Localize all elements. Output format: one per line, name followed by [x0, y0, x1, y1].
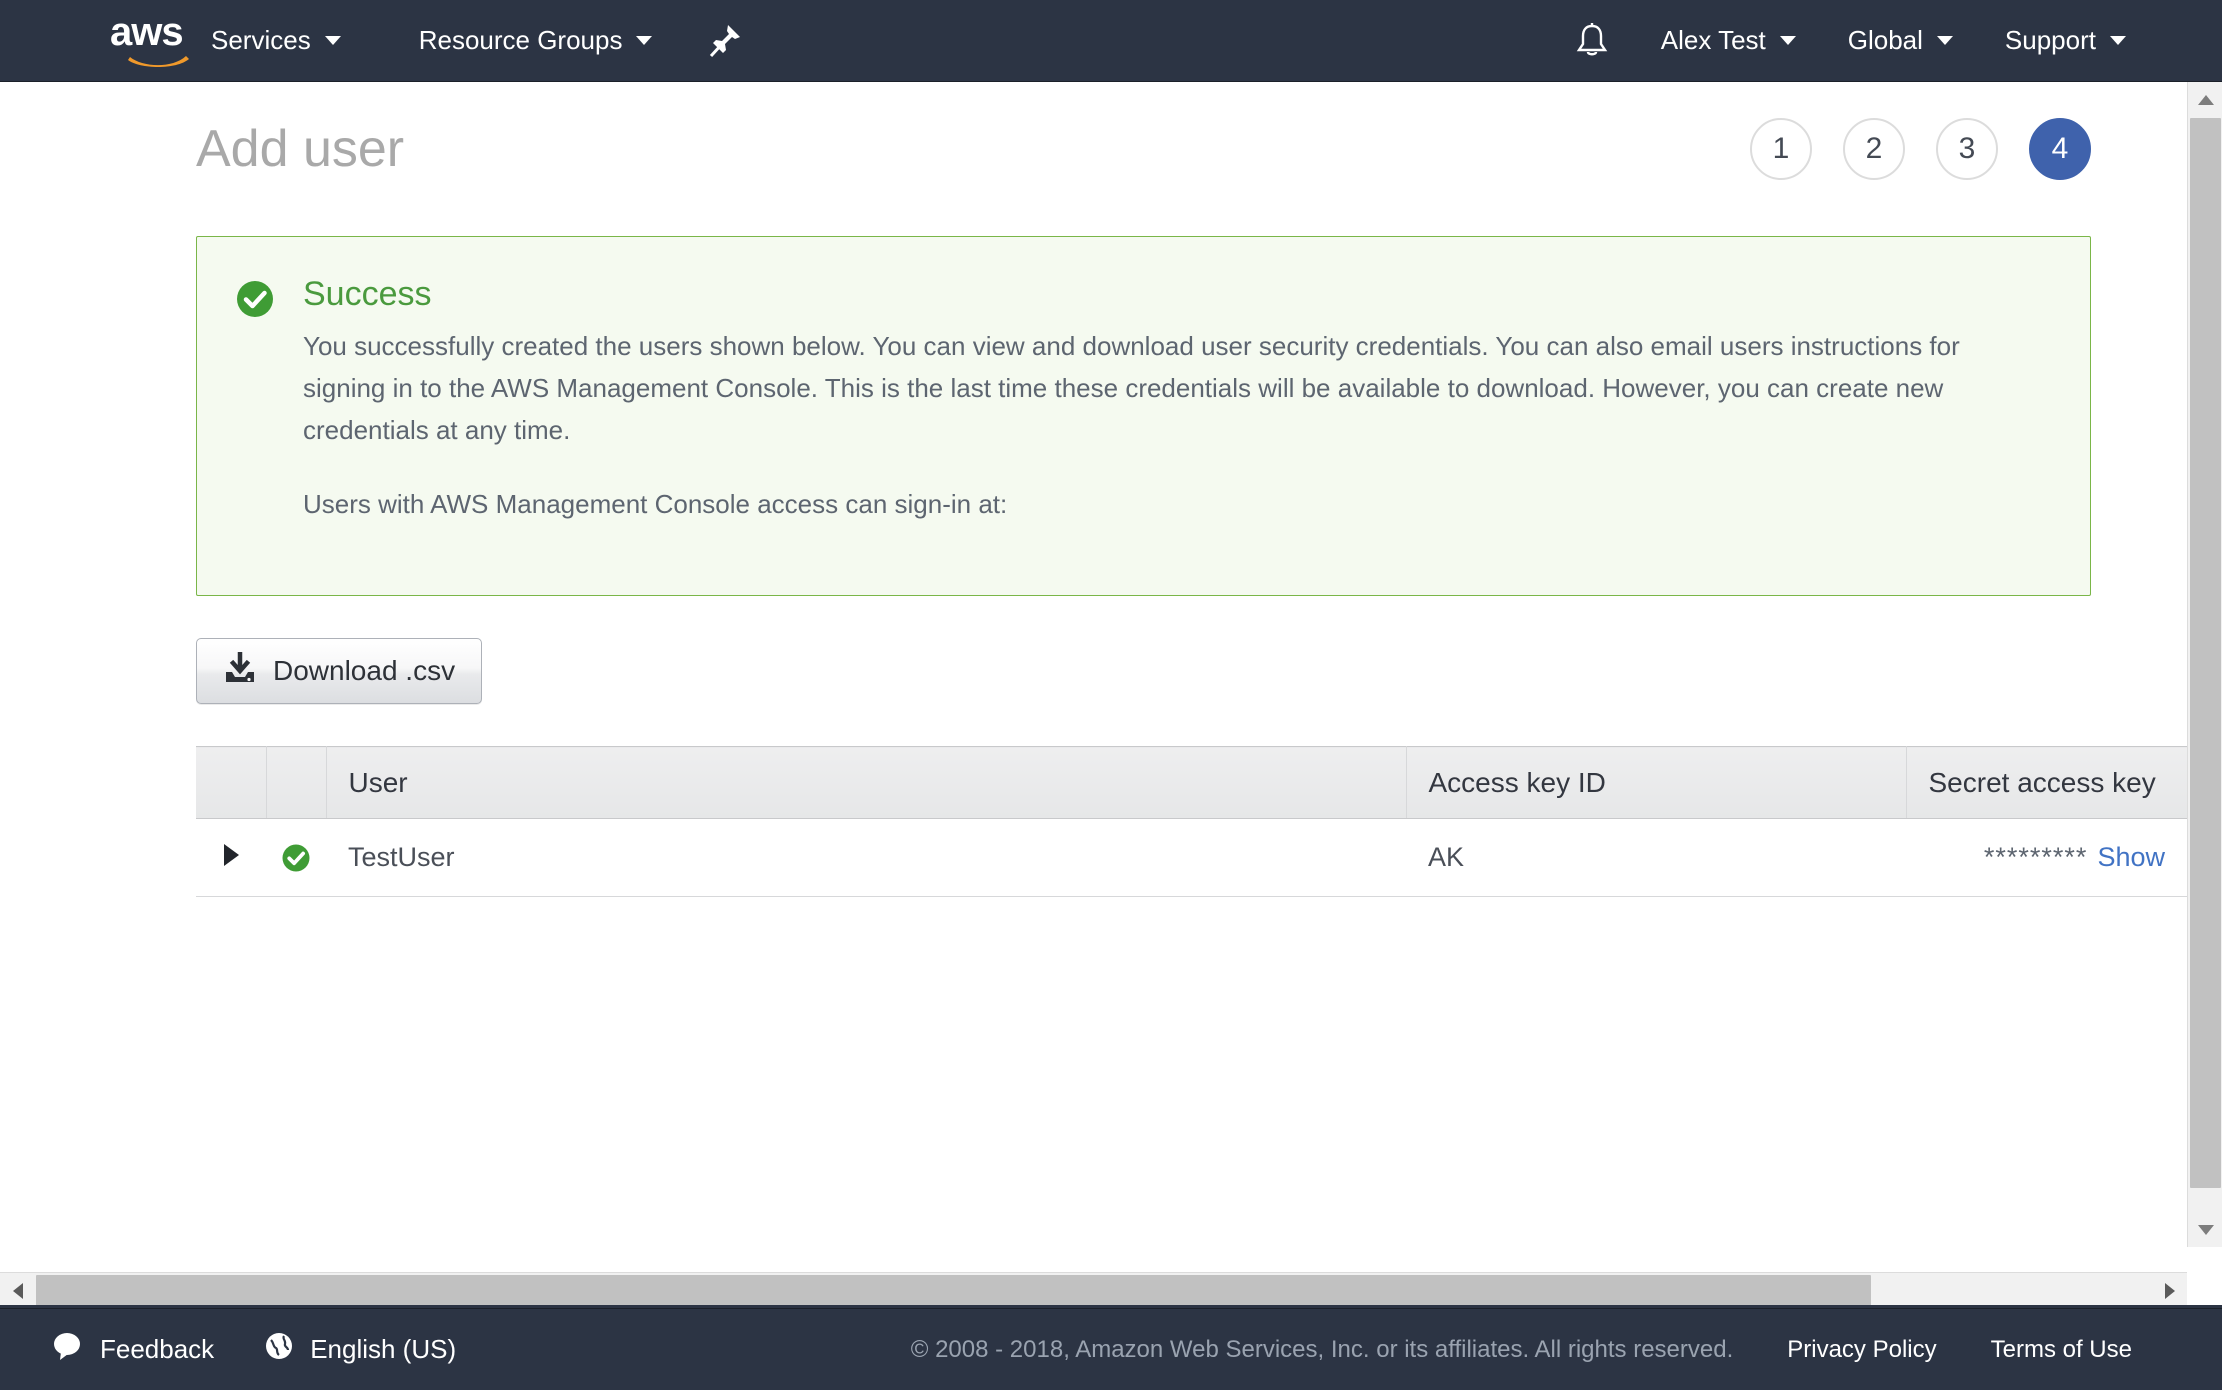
table-row: TestUser AK ********* Show: [196, 818, 2187, 897]
footer-left-group: Feedback English (US): [52, 1331, 506, 1368]
bell-icon[interactable]: [1575, 22, 1609, 60]
row-expand-cell[interactable]: [196, 818, 266, 897]
scrollbar-corner: [2187, 1272, 2222, 1307]
cell-user: TestUser: [326, 818, 1406, 897]
page-header: Add user 1 2 3 4: [0, 82, 2187, 180]
language-selector[interactable]: English (US): [264, 1331, 456, 1368]
privacy-policy-link[interactable]: Privacy Policy: [1787, 1336, 1936, 1364]
success-title: Success: [303, 275, 432, 313]
step-4[interactable]: 4: [2029, 118, 2091, 180]
nav-account-menu[interactable]: Alex Test: [1655, 0, 1802, 82]
scroll-right-arrow-icon[interactable]: [2152, 1273, 2187, 1308]
chevron-down-icon: [2110, 36, 2126, 45]
copyright-text: © 2008 - 2018, Amazon Web Services, Inc.…: [910, 1335, 1734, 1363]
row-status-cell: [266, 818, 326, 897]
page-title: Add user: [196, 120, 405, 178]
footer-bar: Feedback English (US) © 2008 - 2018, Ama…: [0, 1308, 2222, 1390]
horizontal-scrollbar-thumb[interactable]: [36, 1275, 1871, 1306]
toolbar: Download .csv: [196, 638, 2187, 704]
step-1[interactable]: 1: [1750, 118, 1812, 180]
success-banner: Success You successfully created the use…: [196, 236, 2091, 596]
horizontal-scrollbar[interactable]: [0, 1272, 2187, 1307]
aws-wordmark: aws: [110, 9, 184, 54]
success-paragraph-1: You successfully created the users shown…: [303, 331, 1960, 445]
nav-resource-groups-label: Resource Groups: [418, 25, 623, 55]
nav-region-menu[interactable]: Global: [1842, 0, 1959, 82]
nav-support-menu[interactable]: Support: [1999, 0, 2132, 82]
credentials-table: User Access key ID Secret access key Tes…: [196, 746, 2187, 897]
nav-services[interactable]: Services: [205, 0, 347, 82]
cell-access-key-id: AK: [1406, 818, 1906, 897]
chevron-down-icon: [324, 36, 341, 45]
nav-account-label: Alex Test: [1660, 25, 1766, 55]
aws-smile-icon: [128, 55, 189, 67]
feedback-label: Feedback: [100, 1334, 215, 1364]
check-circle-icon: [281, 842, 311, 872]
step-3[interactable]: 3: [1936, 118, 1998, 180]
step-2[interactable]: 2: [1843, 118, 1905, 180]
show-secret-link[interactable]: Show: [2097, 842, 2165, 872]
success-paragraph-2: Users with AWS Management Console access…: [303, 489, 1008, 519]
nav-services-label: Services: [211, 25, 311, 55]
language-label: English (US): [310, 1334, 457, 1364]
footer-right-group: © 2008 - 2018, Amazon Web Services, Inc.…: [911, 1336, 2132, 1364]
expand-triangle-icon[interactable]: [223, 844, 239, 866]
nav-region-label: Global: [1847, 25, 1923, 55]
chevron-down-icon: [1936, 36, 1953, 45]
top-navigation-bar: aws Services Resource Groups Alex Test G…: [0, 0, 2222, 82]
speech-bubble-icon: [52, 1331, 84, 1368]
column-header-expand: [196, 746, 267, 819]
check-circle-icon: [235, 279, 275, 557]
cell-secret-access-key: ********* Show: [1906, 818, 2187, 897]
feedback-button[interactable]: Feedback: [52, 1331, 214, 1368]
scroll-left-arrow-icon[interactable]: [0, 1273, 35, 1308]
table-header-row: User Access key ID Secret access key: [196, 746, 2187, 819]
main-content-area: Add user 1 2 3 4 Success You successfull…: [0, 82, 2187, 1247]
vertical-scrollbar[interactable]: [2187, 82, 2222, 1247]
terms-of-use-link[interactable]: Terms of Use: [1991, 1336, 2132, 1364]
success-body: Success You successfully created the use…: [303, 273, 2052, 557]
column-header-secret-access-key: Secret access key: [1906, 746, 2187, 819]
scroll-up-arrow-icon[interactable]: [2188, 82, 2222, 117]
scroll-down-arrow-icon[interactable]: [2188, 1212, 2222, 1247]
pin-icon[interactable]: [708, 23, 742, 59]
nav-support-label: Support: [2004, 25, 2096, 55]
globe-icon: [264, 1331, 294, 1368]
vertical-scrollbar-thumb[interactable]: [2190, 118, 2221, 1188]
nav-resource-groups[interactable]: Resource Groups: [413, 0, 659, 82]
chevron-down-icon: [636, 36, 653, 45]
download-icon: [223, 650, 257, 691]
aws-logo[interactable]: aws: [110, 9, 205, 67]
download-csv-button[interactable]: Download .csv: [196, 638, 483, 704]
nav-right-group: Alex Test Global Support: [1575, 0, 2222, 82]
download-csv-label: Download .csv: [273, 655, 456, 686]
chevron-down-icon: [1779, 36, 1796, 45]
column-header-access-key-id: Access key ID: [1406, 746, 1907, 819]
secret-masked-value: *********: [1983, 842, 2088, 872]
column-header-user: User: [326, 746, 1407, 819]
step-indicator: 1 2 3 4: [1750, 118, 2091, 180]
column-header-status: [266, 746, 327, 819]
